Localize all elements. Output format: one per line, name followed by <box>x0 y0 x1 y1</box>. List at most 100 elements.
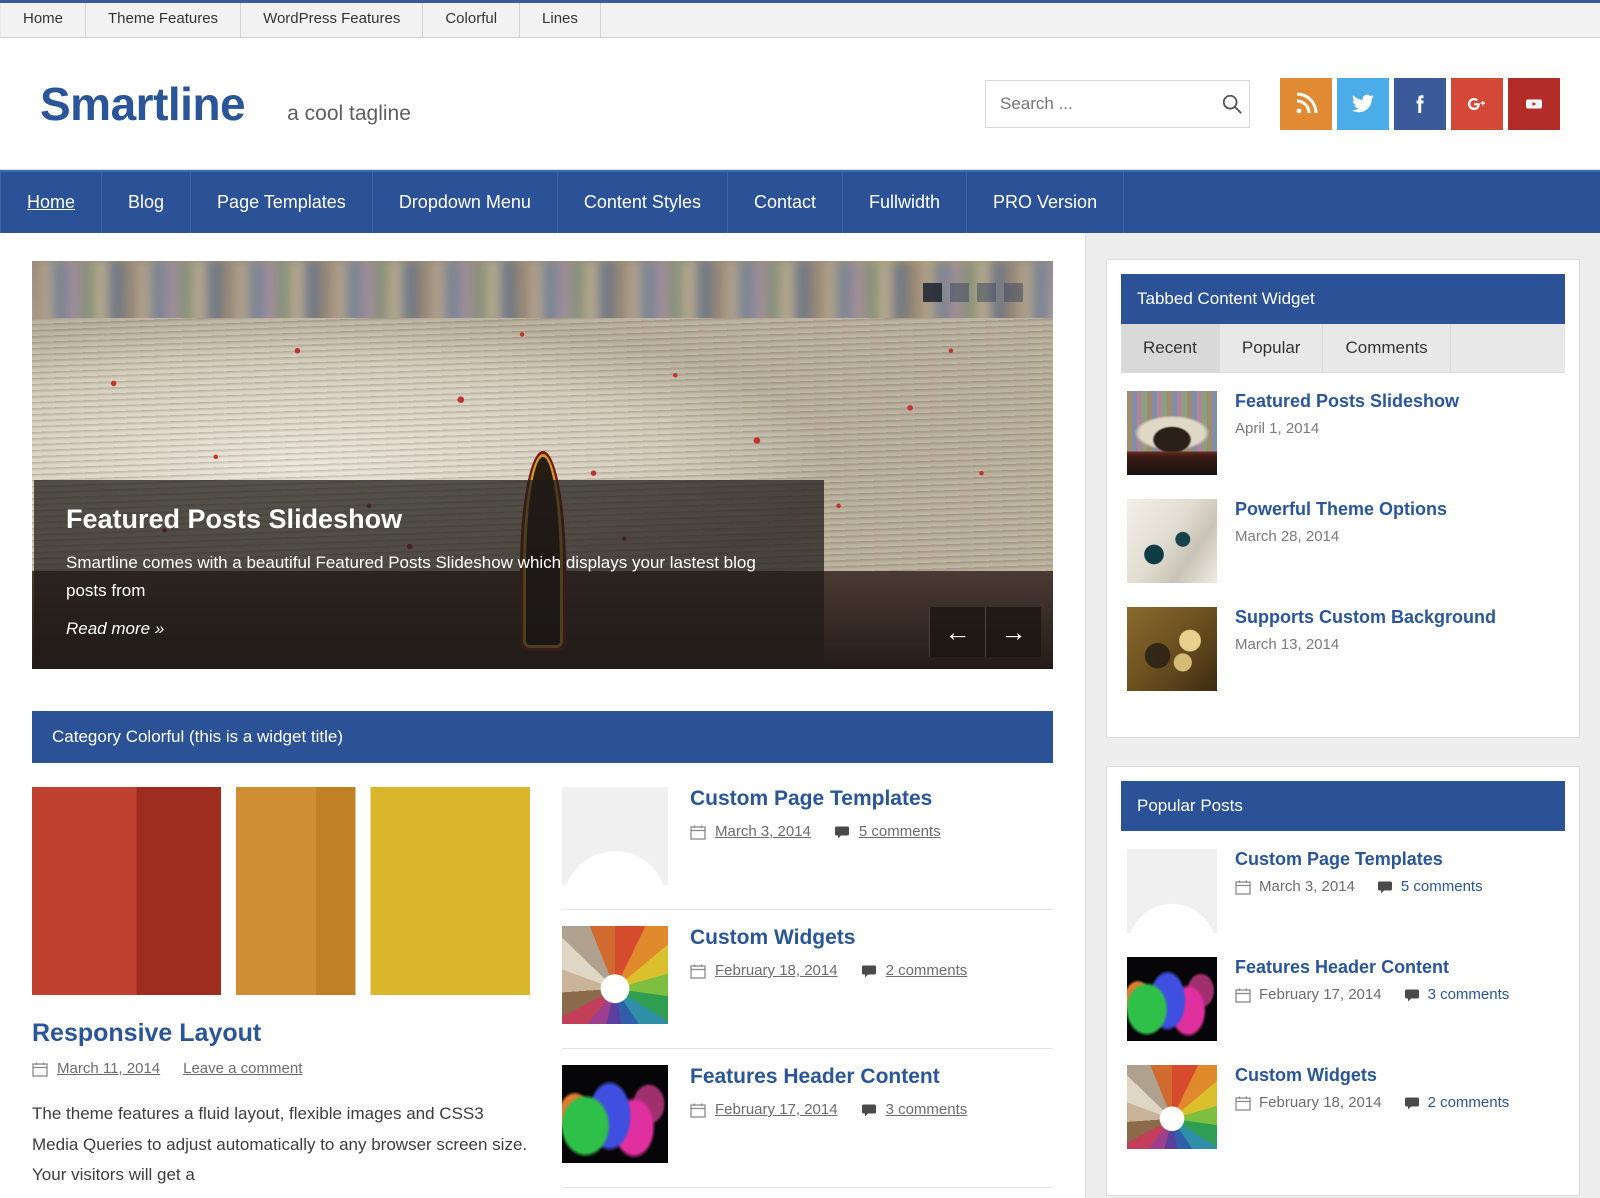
calendar-icon <box>32 1061 48 1077</box>
post-date: February 17, 2014 <box>1259 986 1382 1003</box>
nav-item-dropdown-menu[interactable]: Dropdown Menu <box>373 172 558 233</box>
list-item: Powerful Theme Options March 28, 2014 <box>1127 499 1559 583</box>
post-date: February 18, 2014 <box>1259 1094 1382 1111</box>
header-right <box>985 78 1560 130</box>
slideshow-prev-button[interactable]: ← <box>929 607 985 657</box>
site-tagline: a cool tagline <box>287 102 411 126</box>
post-title[interactable]: Supports Custom Background <box>1235 607 1496 628</box>
slideshow-dot-3[interactable] <box>977 283 996 302</box>
brand[interactable]: Smartline a cool tagline <box>40 77 411 131</box>
popular-posts-widget: Popular Posts Custom Page Templates Marc… <box>1106 766 1580 1196</box>
post-comments-link[interactable]: 5 comments <box>1401 878 1483 895</box>
slideshow-dot-4[interactable] <box>1004 283 1023 302</box>
post-title[interactable]: Custom Page Templates <box>690 787 941 811</box>
twitter-icon[interactable] <box>1337 78 1389 130</box>
slideshow-next-button[interactable]: → <box>985 607 1041 657</box>
post-title[interactable]: Features Header Content <box>690 1065 967 1089</box>
post-thumbnail[interactable] <box>1127 391 1217 475</box>
search-box[interactable] <box>985 80 1250 128</box>
facebook-icon[interactable] <box>1394 78 1446 130</box>
slideshow-dot-2[interactable] <box>950 283 969 302</box>
post-title[interactable]: Custom Page Templates <box>1235 849 1483 870</box>
nav-item-home[interactable]: Home <box>0 172 102 233</box>
nav-item-label: Home <box>27 192 75 213</box>
post-comments-link[interactable]: 3 comments <box>886 1101 968 1118</box>
sidebar: Tabbed Content Widget Recent Popular Com… <box>1085 233 1600 1198</box>
list-item: Custom Page Templates March 3, 2014 5 co… <box>562 787 1053 910</box>
tab-comments[interactable]: Comments <box>1323 324 1450 372</box>
slideshow-dot-1[interactable] <box>923 283 942 302</box>
browser-tab-label: Theme Features <box>108 10 218 27</box>
post-date[interactable]: February 18, 2014 <box>715 962 838 979</box>
post-meta: February 17, 2014 3 comments <box>1235 986 1509 1003</box>
calendar-icon <box>1235 879 1251 895</box>
post-comments-link[interactable]: 3 comments <box>1428 986 1510 1003</box>
post-meta: March 3, 2014 5 comments <box>1235 878 1483 895</box>
browser-tab[interactable]: Lines <box>520 0 601 37</box>
googleplus-icon[interactable] <box>1451 78 1503 130</box>
featured-article-comments-link[interactable]: Leave a comment <box>183 1060 302 1077</box>
post-thumbnail[interactable] <box>562 1065 668 1163</box>
nav-item-label: Dropdown Menu <box>399 192 531 213</box>
featured-article-title[interactable]: Responsive Layout <box>32 1019 530 1048</box>
category-widget-body: Responsive Layout March 11, 2014 Leave a… <box>32 763 1053 1191</box>
list-item: Supports Custom Background March 13, 201… <box>1127 607 1559 691</box>
post-title[interactable]: Features Header Content <box>1235 957 1509 978</box>
social-links <box>1280 78 1560 130</box>
post-thumbnail[interactable] <box>1127 957 1217 1041</box>
browser-tab[interactable]: Home <box>0 0 86 37</box>
post-thumbnail[interactable] <box>1127 849 1217 933</box>
browser-tab[interactable]: Theme Features <box>86 0 241 37</box>
post-title[interactable]: Custom Widgets <box>690 926 967 950</box>
comment-icon <box>861 1102 877 1118</box>
category-post-list: Custom Page Templates March 3, 2014 5 co… <box>562 787 1053 1191</box>
nav-item-label: Page Templates <box>217 192 346 213</box>
post-title[interactable]: Featured Posts Slideshow <box>1235 391 1459 412</box>
youtube-icon[interactable] <box>1508 78 1560 130</box>
post-thumbnail[interactable] <box>1127 1065 1217 1149</box>
browser-tab-label: WordPress Features <box>263 10 400 27</box>
slideshow-caption: Featured Posts Slideshow Smartline comes… <box>34 480 824 669</box>
post-comments-link[interactable]: 5 comments <box>859 823 941 840</box>
search-input[interactable] <box>1000 94 1221 114</box>
nav-item-blog[interactable]: Blog <box>102 172 191 233</box>
comment-icon <box>1377 879 1393 895</box>
search-icon[interactable] <box>1221 93 1243 115</box>
widget-title: Popular Posts <box>1121 781 1565 831</box>
slideshow-title[interactable]: Featured Posts Slideshow <box>66 504 792 535</box>
site-header: Smartline a cool tagline <box>0 38 1600 170</box>
featured-article-image[interactable] <box>32 787 530 995</box>
nav-item-contact[interactable]: Contact <box>728 172 843 233</box>
featured-article-meta: March 11, 2014 Leave a comment <box>32 1060 530 1077</box>
browser-tab[interactable]: Colorful <box>423 0 520 37</box>
post-date: March 28, 2014 <box>1235 528 1447 545</box>
nav-item-content-styles[interactable]: Content Styles <box>558 172 728 233</box>
post-thumbnail[interactable] <box>562 926 668 1024</box>
rss-icon[interactable] <box>1280 78 1332 130</box>
nav-item-pro-version[interactable]: PRO Version <box>967 172 1124 233</box>
list-item: Custom Widgets February 18, 2014 2 comme… <box>562 910 1053 1049</box>
browser-tab[interactable]: WordPress Features <box>241 0 423 37</box>
post-thumbnail[interactable] <box>562 787 668 885</box>
post-thumbnail[interactable] <box>1127 499 1217 583</box>
featured-article-date[interactable]: March 11, 2014 <box>57 1060 160 1077</box>
post-date[interactable]: March 3, 2014 <box>715 823 811 840</box>
site-title: Smartline <box>40 77 245 131</box>
widget-tabs: Recent Popular Comments <box>1121 324 1565 373</box>
tabbed-content-widget: Tabbed Content Widget Recent Popular Com… <box>1106 259 1580 738</box>
nav-item-page-templates[interactable]: Page Templates <box>191 172 373 233</box>
tab-popular[interactable]: Popular <box>1220 324 1324 372</box>
post-date: March 3, 2014 <box>1259 878 1355 895</box>
nav-item-label: Blog <box>128 192 164 213</box>
tab-recent[interactable]: Recent <box>1121 324 1220 372</box>
post-title[interactable]: Powerful Theme Options <box>1235 499 1447 520</box>
post-comments-link[interactable]: 2 comments <box>886 962 968 979</box>
post-thumbnail[interactable] <box>1127 607 1217 691</box>
nav-item-fullwidth[interactable]: Fullwidth <box>843 172 967 233</box>
list-item: Custom Page Templates March 3, 2014 5 co… <box>1127 849 1559 933</box>
post-title[interactable]: Custom Widgets <box>1235 1065 1509 1086</box>
slideshow-read-more-link[interactable]: Read more » <box>66 619 164 639</box>
post-comments-link[interactable]: 2 comments <box>1428 1094 1510 1111</box>
post-meta: February 18, 2014 2 comments <box>1235 1094 1509 1111</box>
post-date[interactable]: February 17, 2014 <box>715 1101 838 1118</box>
